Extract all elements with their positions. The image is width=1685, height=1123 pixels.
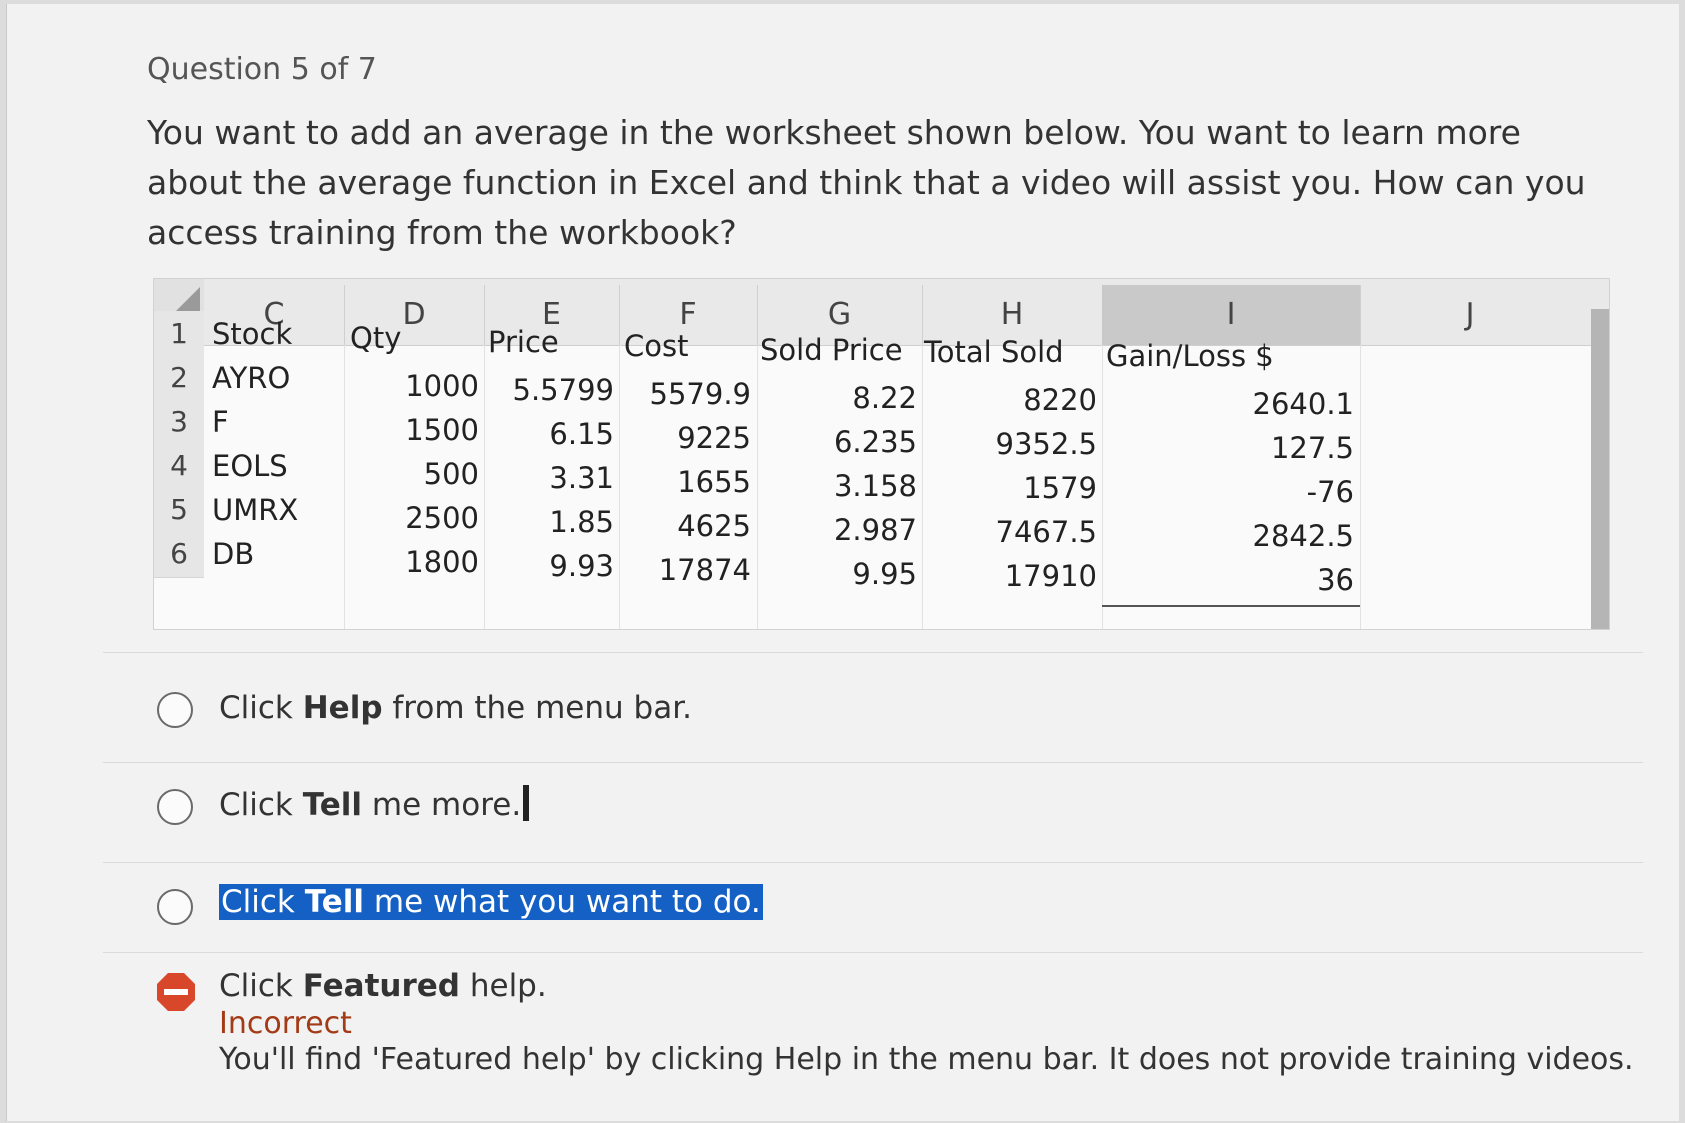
- header-cell-total-sold: Total Sold: [924, 335, 1064, 369]
- table-cell: 1000: [405, 369, 479, 403]
- table-cell: 17874: [658, 553, 751, 587]
- table-cell: 9.95: [852, 557, 917, 591]
- header-cell-qty: Qty: [350, 321, 402, 355]
- table-cell: 6.235: [833, 425, 917, 459]
- row-header: 4: [154, 443, 204, 490]
- table-cell: -76: [1306, 475, 1354, 509]
- table-cell: 3.31: [549, 461, 614, 495]
- table-cell: 2842.5: [1252, 519, 1354, 553]
- table-cell: EOLS: [212, 449, 288, 483]
- option-3-label[interactable]: Click Tell me what you want to do.: [219, 884, 763, 920]
- option-2-label[interactable]: Click Tell me more.: [219, 785, 530, 823]
- table-cell: 1655: [677, 465, 751, 499]
- incorrect-stop-icon: [157, 973, 195, 1011]
- table-cell: DB: [212, 537, 255, 571]
- table-cell: 2500: [405, 501, 479, 535]
- table-cell: 7467.5: [995, 515, 1097, 549]
- header-cell-price: Price: [488, 325, 559, 359]
- table-cell: 4625: [677, 509, 751, 543]
- table-cell: F: [212, 405, 229, 439]
- table-cell: 9.93: [549, 549, 614, 583]
- table-cell: 1500: [405, 413, 479, 447]
- text-cursor: [523, 785, 530, 821]
- row-header: 5: [154, 487, 204, 534]
- row-header: 2: [154, 355, 204, 402]
- table-cell: 1.85: [549, 505, 614, 539]
- table-cell: 6.15: [549, 417, 614, 451]
- table-cell: 500: [423, 457, 479, 491]
- column-header-j: J: [1465, 297, 1475, 332]
- table-cell: 8220: [1023, 383, 1097, 417]
- table-cell: 1579: [1023, 471, 1097, 505]
- selected-text-highlight: Click Tell me what you want to do.: [219, 884, 763, 920]
- question-counter: Question 5 of 7: [147, 52, 377, 87]
- table-cell: AYRO: [212, 361, 291, 395]
- row-header: 1: [154, 311, 204, 358]
- radio-button-option-1[interactable]: [157, 692, 193, 728]
- result-status: Incorrect: [219, 1006, 352, 1041]
- table-cell: 5.5799: [512, 373, 614, 407]
- vertical-scrollbar[interactable]: [1591, 309, 1609, 629]
- table-cell: 8.22: [852, 381, 917, 415]
- table-cell: 2.987: [833, 513, 917, 547]
- header-cell-gain-loss: Gain/Loss $: [1106, 339, 1274, 373]
- row-header: 3: [154, 399, 204, 446]
- row-header: 6: [154, 531, 204, 578]
- table-cell: 1800: [405, 545, 479, 579]
- radio-button-option-2[interactable]: [157, 789, 193, 825]
- table-cell: 9352.5: [995, 427, 1097, 461]
- option-4-label[interactable]: Click Featured help.: [219, 968, 547, 1004]
- cell-underline: [1102, 605, 1360, 607]
- header-cell-cost: Cost: [624, 329, 689, 363]
- table-cell: 5579.9: [649, 377, 751, 411]
- table-cell: 3.158: [833, 469, 917, 503]
- table-cell: 9225: [677, 421, 751, 455]
- header-cell-stock: Stock: [212, 317, 293, 351]
- feedback-text: You'll find 'Featured help' by clicking …: [219, 1042, 1634, 1077]
- table-cell: 36: [1317, 563, 1354, 597]
- option-1-label[interactable]: Click Help from the menu bar.: [219, 690, 692, 726]
- worksheet-image: C D E F G H I J 1 2 3 4 5 6 Stock Qty Pr…: [153, 278, 1610, 630]
- question-page: Question 5 of 7 You want to add an avera…: [6, 4, 1679, 1121]
- table-cell: UMRX: [212, 493, 299, 527]
- header-cell-sold-price: Sold Price: [760, 333, 903, 367]
- question-prompt: You want to add an average in the worksh…: [147, 113, 1586, 252]
- table-cell: 127.5: [1270, 431, 1354, 465]
- table-cell: 17910: [1004, 559, 1097, 593]
- radio-button-option-3[interactable]: [157, 889, 193, 925]
- table-cell: 2640.1: [1252, 387, 1354, 421]
